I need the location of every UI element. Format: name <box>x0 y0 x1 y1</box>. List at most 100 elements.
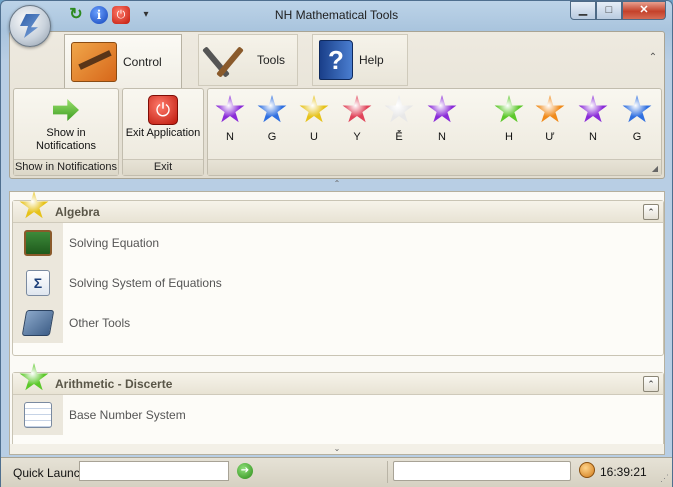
dialog-launcher-icon[interactable]: ◢ <box>652 164 658 173</box>
clock-time: 16:39:21 <box>600 465 647 479</box>
letter-star-button[interactable]: G <box>618 93 656 149</box>
star-icon <box>19 363 49 391</box>
ribbon-group-exit: ⏻ Exit Application Exit <box>122 88 204 176</box>
star-icon <box>578 95 608 123</box>
exit-application-label: Exit Application <box>125 127 201 139</box>
letter-star-button[interactable]: Ư <box>531 93 569 149</box>
tab-tools-label: Tools <box>257 53 286 67</box>
tool-item[interactable]: Σ Solving System of Equations <box>13 263 663 303</box>
item-icon-column <box>13 303 63 343</box>
star-icon <box>494 95 524 123</box>
green-arrow-icon <box>49 95 83 125</box>
power-button-icon: ⏻ <box>148 95 178 125</box>
app-logo-icon <box>20 14 40 38</box>
tab-control-label: Control <box>123 54 162 69</box>
star-letter-label: G <box>632 131 642 143</box>
star-letter-label: N <box>226 131 234 143</box>
star-icon <box>215 95 245 123</box>
close-button[interactable]: ✕ <box>622 1 666 20</box>
quick-launch-label: Quick Launch <box>13 466 87 480</box>
letter-star-button[interactable]: H <box>490 93 528 149</box>
group-footer-notifications: Show in Notifications <box>14 159 118 175</box>
star-icon <box>622 95 652 123</box>
calculator-icon <box>21 310 55 336</box>
minimize-button[interactable]: ▁ <box>570 1 596 20</box>
star-letter-label: Ễ <box>395 131 403 143</box>
star-letter-label: N <box>589 131 597 143</box>
maximize-button[interactable]: □ <box>596 1 622 20</box>
tool-item-label: Solving System of Equations <box>69 276 222 290</box>
letter-star-button[interactable]: G <box>253 93 291 149</box>
star-icon <box>535 95 565 123</box>
group-footer-exit: Exit <box>123 159 203 175</box>
tool-group: Algebra ⌃ Solving Equation Σ Solving System … <box>12 192 664 356</box>
group-footer-letters <box>208 159 661 175</box>
tool-group-header[interactable]: Algebra ⌃ <box>13 192 663 223</box>
collapse-toggle-icon[interactable]: ⌃ <box>643 204 659 220</box>
title-bar[interactable]: ↻ i ⏻ ▾ NH Mathematical Tools ▁ □ ✕ <box>1 1 672 47</box>
star-letter-label: H <box>505 131 513 143</box>
item-icon-column: Σ <box>13 263 63 303</box>
tool-item-label: Solving Equation <box>69 236 160 250</box>
star-icon <box>299 95 329 123</box>
ribbon-group-notifications: Show in Notifications Show in Notificati… <box>13 88 119 176</box>
star-letter-label: G <box>267 131 277 143</box>
tab-control[interactable]: Control <box>64 34 182 88</box>
tool-item[interactable]: Other Tools <box>13 303 663 343</box>
resize-grip-icon[interactable]: ⋰ <box>660 473 669 484</box>
number-table-icon <box>24 402 52 428</box>
tool-item[interactable]: Base Number System <box>13 395 663 435</box>
tool-groups-panel: Arithmetic - Discerte ⌃ Base Number System… <box>9 191 665 455</box>
quick-launch-input[interactable] <box>79 461 229 481</box>
star-icon <box>384 95 414 123</box>
star-icon <box>257 95 287 123</box>
chalkboard-icon <box>24 230 52 256</box>
go-arrow-icon[interactable]: ➔ <box>237 463 253 479</box>
tool-group-title: Algebra <box>55 205 100 219</box>
status-bar: Quick Launch ➔ 16:39:21 ⋰ <box>1 457 672 487</box>
letter-star-button[interactable]: Ễ <box>380 93 418 149</box>
tool-item[interactable]: Solving Equation <box>13 223 663 263</box>
status-field <box>393 461 571 481</box>
status-separator <box>387 461 388 483</box>
show-in-notifications-label: Show in Notifications <box>36 127 96 152</box>
tool-item-label: Other Tools <box>69 316 131 330</box>
control-panel-icon <box>71 41 117 82</box>
collapse-toggle-icon[interactable]: ⌃ <box>643 376 659 392</box>
letter-star-button[interactable]: Y <box>338 93 376 149</box>
sigma-document-icon: Σ <box>26 270 50 296</box>
star-icon <box>342 95 372 123</box>
ribbon-collapse-icon[interactable]: ⌃ <box>646 52 660 63</box>
ribbon: Control Tools ? Help ⌃ Show in Notificat… <box>9 31 665 179</box>
tool-item-label: Base Number System <box>69 408 186 422</box>
ribbon-group-letters: ◢ N G U Y Ễ N H Ư N G <box>207 88 662 176</box>
tab-tools[interactable]: Tools <box>198 34 298 86</box>
tool-group-header[interactable]: Arithmetic - Discerte ⌃ <box>13 363 663 395</box>
star-icon <box>19 192 49 219</box>
tool-group-title: Arithmetic - Discerte <box>55 377 173 391</box>
star-letter-label: Ư <box>545 131 555 143</box>
star-icon <box>427 95 457 123</box>
tools-icon <box>205 40 251 80</box>
ribbon-splitter[interactable]: ⌃ <box>9 179 665 189</box>
scroll-down-icon[interactable]: ⌄ <box>10 444 664 454</box>
show-in-notifications-button[interactable]: Show in Notifications <box>16 91 116 157</box>
application-menu-button[interactable] <box>9 5 51 47</box>
tab-help-label: Help <box>359 53 384 67</box>
tab-help[interactable]: ? Help <box>312 34 408 86</box>
exit-application-button[interactable]: ⏻ Exit Application <box>125 91 201 157</box>
window-controls: ▁ □ ✕ <box>570 1 666 21</box>
star-letter-label: Y <box>353 131 361 143</box>
star-letter-label: N <box>438 131 446 143</box>
letter-star-button[interactable]: N <box>574 93 612 149</box>
letter-star-button[interactable]: N <box>423 93 461 149</box>
help-book-icon: ? <box>319 40 353 80</box>
star-letter-label: U <box>310 131 318 143</box>
letter-star-button[interactable]: N <box>211 93 249 149</box>
main-window: ↻ i ⏻ ▾ NH Mathematical Tools ▁ □ ✕ Cont… <box>0 0 673 487</box>
item-icon-column <box>13 395 63 435</box>
item-icon-column <box>13 223 63 263</box>
tool-group: Arithmetic - Discerte ⌃ Base Number System <box>12 363 664 452</box>
clock-icon <box>579 462 595 478</box>
letter-star-button[interactable]: U <box>295 93 333 149</box>
